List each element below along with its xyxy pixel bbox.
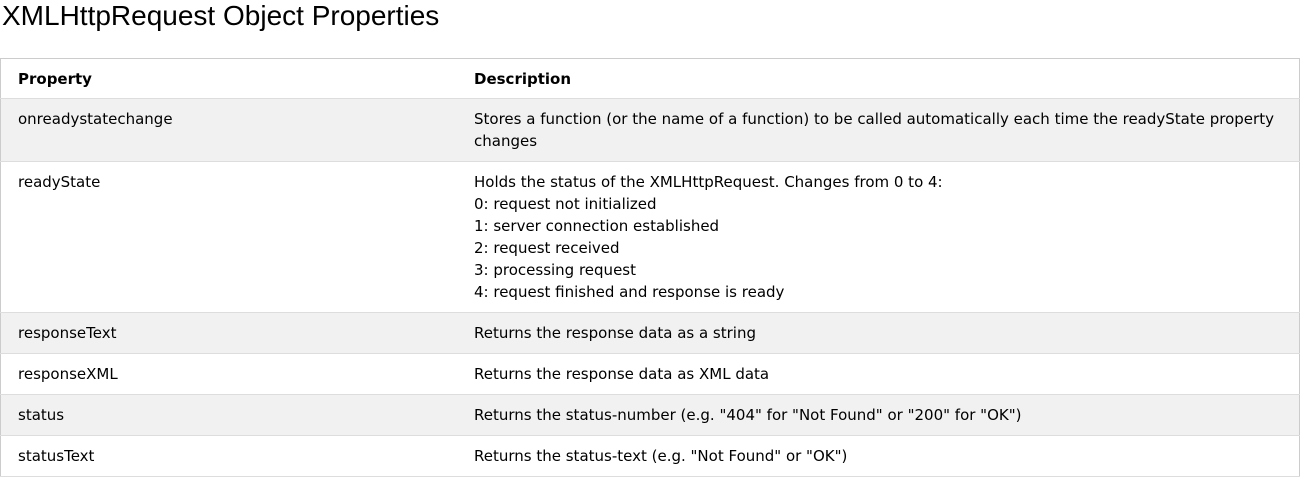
description-line: Stores a function (or the name of a func…: [474, 110, 1274, 150]
description-line: Returns the status-number (e.g. "404" fo…: [474, 406, 1022, 424]
description-cell: Returns the response data as a string: [457, 313, 1300, 354]
description-line: 3: processing request: [474, 261, 636, 279]
table-row: onreadystatechange Stores a function (or …: [0, 98, 1300, 162]
properties-table: Property Description onreadystatechange S…: [0, 58, 1300, 477]
description-cell: Returns the response data as XML data: [457, 354, 1300, 395]
description-line: Returns the response data as XML data: [474, 365, 770, 383]
description-line: 1: server connection established: [474, 217, 720, 235]
header-description: Description: [474, 70, 572, 88]
description-line: 4: request finished and response is read…: [474, 283, 785, 301]
property-cell: responseText: [18, 324, 117, 342]
table-row: statusText Returns the status-text (e.g. …: [0, 435, 1300, 477]
description-line: Returns the status-text (e.g. "Not Found…: [474, 447, 848, 465]
header-property: Property: [18, 70, 92, 88]
table-row: status Returns the status-number (e.g. "4…: [0, 394, 1300, 436]
property-cell: status: [18, 406, 65, 424]
description-line: 2: request received: [474, 239, 620, 257]
description-cell: Stores a function (or the name of a func…: [457, 99, 1300, 162]
description-line: 0: request not initialized: [474, 195, 657, 213]
description-cell: Returns the status-number (e.g. "404" fo…: [457, 395, 1300, 436]
description-cell: Returns the status-text (e.g. "Not Found…: [457, 436, 1300, 477]
table-row: responseXML Returns the response data as …: [0, 353, 1300, 395]
table-body: onreadystatechange Stores a function (or …: [0, 98, 1300, 477]
table-row: readyState Holds the status of the XMLHtt…: [0, 161, 1300, 313]
table-header-row: Property Description: [0, 59, 1300, 99]
property-cell: onreadystatechange: [18, 110, 173, 128]
description-line: Returns the response data as a string: [474, 324, 756, 342]
property-cell: readyState: [18, 173, 101, 191]
page-title: XMLHttpRequest Object Properties: [2, 0, 440, 31]
description-cell: Holds the status of the XMLHttpRequest. …: [457, 162, 1300, 313]
table-row: responseText Returns the response data as…: [0, 312, 1300, 354]
property-cell: responseXML: [18, 365, 118, 383]
property-cell: statusText: [18, 447, 95, 465]
description-line: Holds the status of the XMLHttpRequest. …: [474, 173, 943, 191]
